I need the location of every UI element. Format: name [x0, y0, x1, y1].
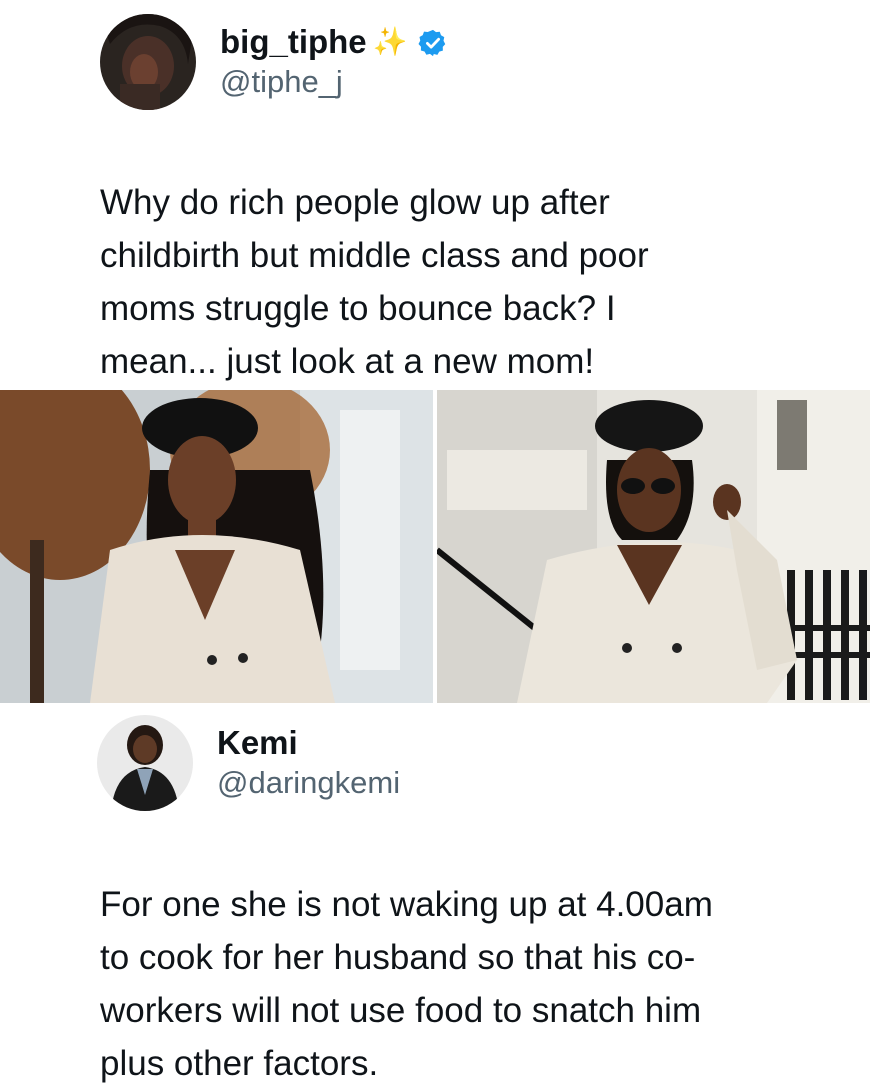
tweet2-display-name[interactable]: Kemi — [217, 723, 400, 763]
tweet2-header: Kemi @daringkemi — [97, 715, 400, 811]
tweet2-text: For one she is not waking up at 4.00am t… — [100, 885, 713, 1083]
tweet1-header: big_tiphe ✨ @tiphe_j — [100, 14, 448, 110]
tweet1-display-name[interactable]: big_tiphe — [220, 22, 367, 62]
tweet1-display-name-row: big_tiphe ✨ — [220, 22, 448, 62]
tweet1-text: Why do rich people glow up after childbi… — [100, 183, 649, 381]
tweet1-photo-right[interactable] — [437, 390, 870, 703]
tweet1-photo-left[interactable] — [0, 390, 433, 703]
tweet2-avatar[interactable] — [97, 715, 193, 811]
verified-badge-icon — [418, 27, 448, 57]
tweet1-handle[interactable]: @tiphe_j — [220, 62, 448, 102]
tweet2-handle[interactable]: @daringkemi — [217, 763, 400, 803]
tweet1-media — [0, 390, 870, 703]
tweet1-avatar[interactable] — [100, 14, 196, 110]
sparkles-icon: ✨ — [372, 26, 408, 57]
